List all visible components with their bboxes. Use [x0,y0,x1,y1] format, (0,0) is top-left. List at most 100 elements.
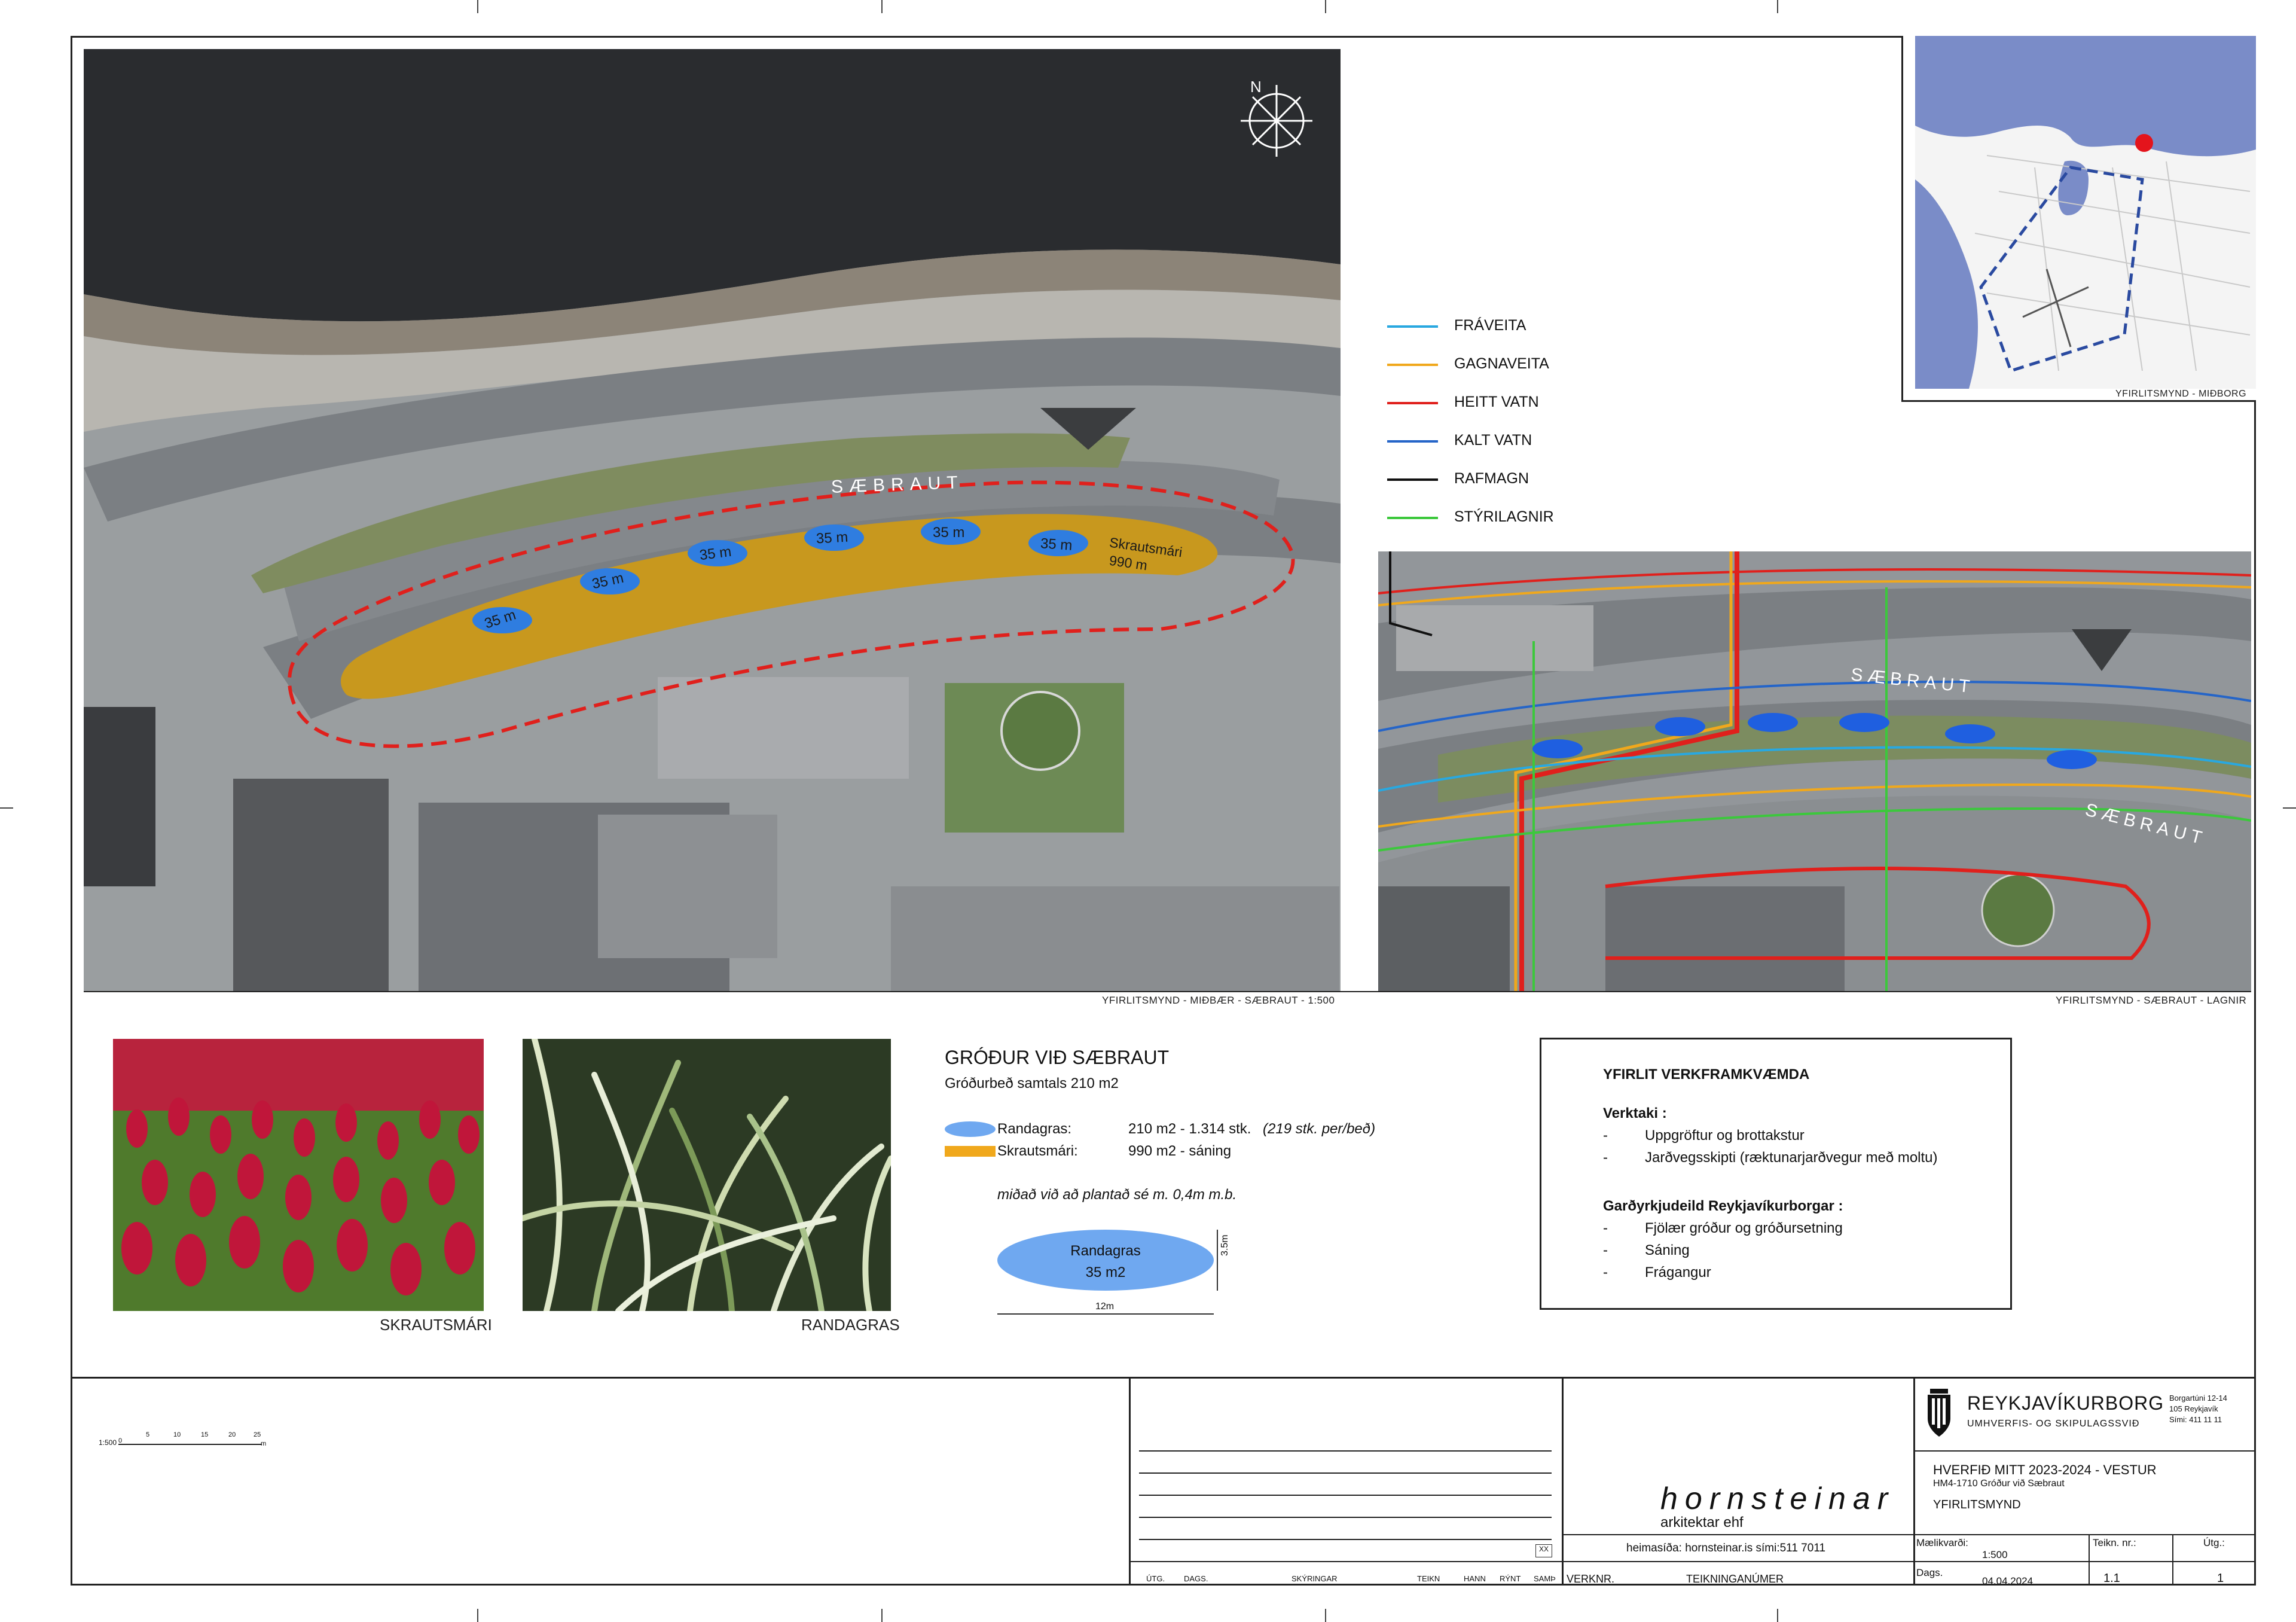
legend-label: RAFMAGN [1454,470,1529,487]
bed-label: 35 m [933,525,965,541]
org-name: REYKJAVÍKURBORG [1967,1392,2164,1414]
bullet: - [1603,1242,1608,1258]
grass-photo-graphic [523,1039,891,1311]
org-address-line: Borgartúni 12-14 [2169,1394,2227,1403]
border-tick [1777,0,1778,13]
scale-value: 1:500 [1982,1549,2008,1560]
bullet: - [1603,1127,1608,1144]
date-heading: Dags. [1916,1567,1943,1578]
planting-subtitle: Gróðurbeð samtals 210 m2 [945,1075,1119,1092]
date-value: 04.04.2024 [1982,1575,2034,1587]
border-tick [1325,0,1326,13]
drawing-number-label: TEIKNINGANÚMER [1686,1573,1784,1585]
project-title: HVERFIÐ MITT 2023-2024 - VESTUR [1933,1462,2157,1477]
legend-line-gagnaveita [1387,364,1438,366]
firm-subtitle: arkitektar ehf [1660,1514,1744,1530]
divider [1913,1377,1915,1586]
legend-line-styrilagnir [1387,517,1438,519]
border-tick [881,1609,883,1622]
grass-photo [523,1039,891,1311]
border-tick [0,807,13,809]
city-item: Frágangur [1645,1264,1711,1280]
revision-line [1139,1495,1552,1496]
org-address-line: 105 Reykjavík [2169,1404,2218,1413]
grass-caption: RANDAGRAS [801,1316,900,1334]
project-code: HM4-1710 Gróður við Sæbraut [1933,1478,2065,1489]
location-map-caption: YFIRLITSMYND - MIÐBORG [2115,389,2247,399]
location-map [1901,36,2256,402]
verknr-label: VERKNR. [1567,1573,1615,1585]
scale-tick-label: 15 [201,1431,209,1438]
works-overview-box: YFIRLIT VERKFRAMKVÆMDA Verktaki : - Uppg… [1540,1038,2012,1310]
city-heading: Garðyrkjudeild Reykjavíkurborgar : [1603,1198,1843,1214]
scale-bar-label: 1:500 [99,1438,117,1447]
spacing-note: miðað við að plantað sé m. 0,4m m.b. [997,1187,1237,1203]
legend-label: GAGNAVEITA [1454,355,1549,372]
location-map-graphic [1915,36,2256,389]
legend-line-rafmagn [1387,478,1438,481]
drawing-no-value: 1.1 [2103,1572,2120,1585]
scale-heading: Mælikvarði: [1916,1537,1968,1548]
bed-label: 35 m [816,529,849,547]
bullet: - [1603,1220,1608,1236]
clover-caption: SKRAUTSMÁRI [380,1316,492,1334]
utility-map-graphic [1378,551,2251,992]
legend-label: STÝRILAGNIR [1454,508,1554,525]
issue-value: 1 [2217,1572,2224,1585]
skrautsmari-swatch [945,1146,996,1157]
city-item: Fjölær gróður og gróðursetning [1645,1220,1843,1236]
scale-unit: m [261,1440,267,1447]
revision-header: TEIKN [1417,1574,1440,1583]
scale-tick-label: 20 [228,1431,236,1438]
revision-line [1139,1539,1552,1540]
width-dimension: 12m [1095,1301,1115,1312]
revision-header: RÝNT [1500,1574,1521,1583]
scale-tick-label: 0 [118,1437,123,1444]
randagras-ellipse [997,1230,1214,1291]
divider [84,991,2251,992]
drawing-no-heading: Teikn. nr.: [2093,1537,2136,1548]
main-map-caption: YFIRLITSMYND - MIÐBÆR - SÆBRAUT - 1:500 [1102,995,1335,1006]
divider [1913,1450,2256,1452]
reykjavik-coat-of-arms-icon [1926,1389,1952,1438]
revision-header: DAGS. [1184,1574,1208,1583]
legend-line-kalt-vatn [1387,440,1438,443]
contractor-item: Uppgröftur og brottakstur [1645,1127,1805,1144]
contractor-item: Jarðvegsskipti (ræktunarjarðvegur með mo… [1645,1150,1938,1166]
revision-line [1139,1450,1552,1452]
bullet: - [1603,1150,1608,1166]
clover-photo [113,1039,484,1311]
revision-header: SAMÞ [1534,1574,1556,1583]
drawing-type: YFIRLITSMYND [1933,1498,2021,1511]
border-tick [1325,1609,1326,1622]
firm-contact: heimasíða: hornsteinar.is sími:511 7011 [1626,1542,1826,1554]
issue-heading: Útg.: [2203,1537,2225,1548]
planting-title: GRÓÐUR VIÐ SÆBRAUT [945,1047,1170,1068]
city-item: Sáning [1645,1242,1690,1258]
revision-box: XX [1535,1544,1552,1557]
randagras-value: 210 m2 - 1.314 stk. [1128,1121,1251,1137]
org-department: UMHVERFIS- OG SKIPULAGSSVIÐ [1967,1419,2140,1429]
bed-label: 35 m [1040,535,1073,554]
border-tick [881,0,883,13]
org-address-line: Sími: 411 11 11 [2169,1415,2222,1424]
scale-tick-label: 10 [173,1431,181,1438]
randagras-note: (219 stk. per/beð) [1263,1121,1376,1137]
divider [2172,1534,2173,1586]
border-tick [477,1609,478,1622]
legend-label: FRÁVEITA [1454,317,1526,334]
divider [1562,1377,1564,1586]
utility-map-caption: YFIRLITSMYND - SÆBRAUT - LAGNIR [2056,995,2247,1006]
ellipse-area: 35 m2 [1085,1264,1126,1280]
border-tick [1777,1609,1778,1622]
aerial-map-main: N SÆBRAUT 35 m 35 m 35 m 35 m 35 m 35 m … [84,49,1341,992]
legend-label: KALT VATN [1454,432,1532,449]
utility-map: SÆBRAUT SÆBRAUT [1378,551,2251,992]
border-tick [2283,807,2296,809]
divider [1129,1561,2256,1562]
revision-header: ÚTG. [1146,1574,1165,1583]
border-tick [477,0,478,13]
works-title: YFIRLIT VERKFRAMKVÆMDA [1603,1066,1810,1083]
north-label: N [1250,78,1262,96]
title-block-top-line [71,1377,2256,1379]
